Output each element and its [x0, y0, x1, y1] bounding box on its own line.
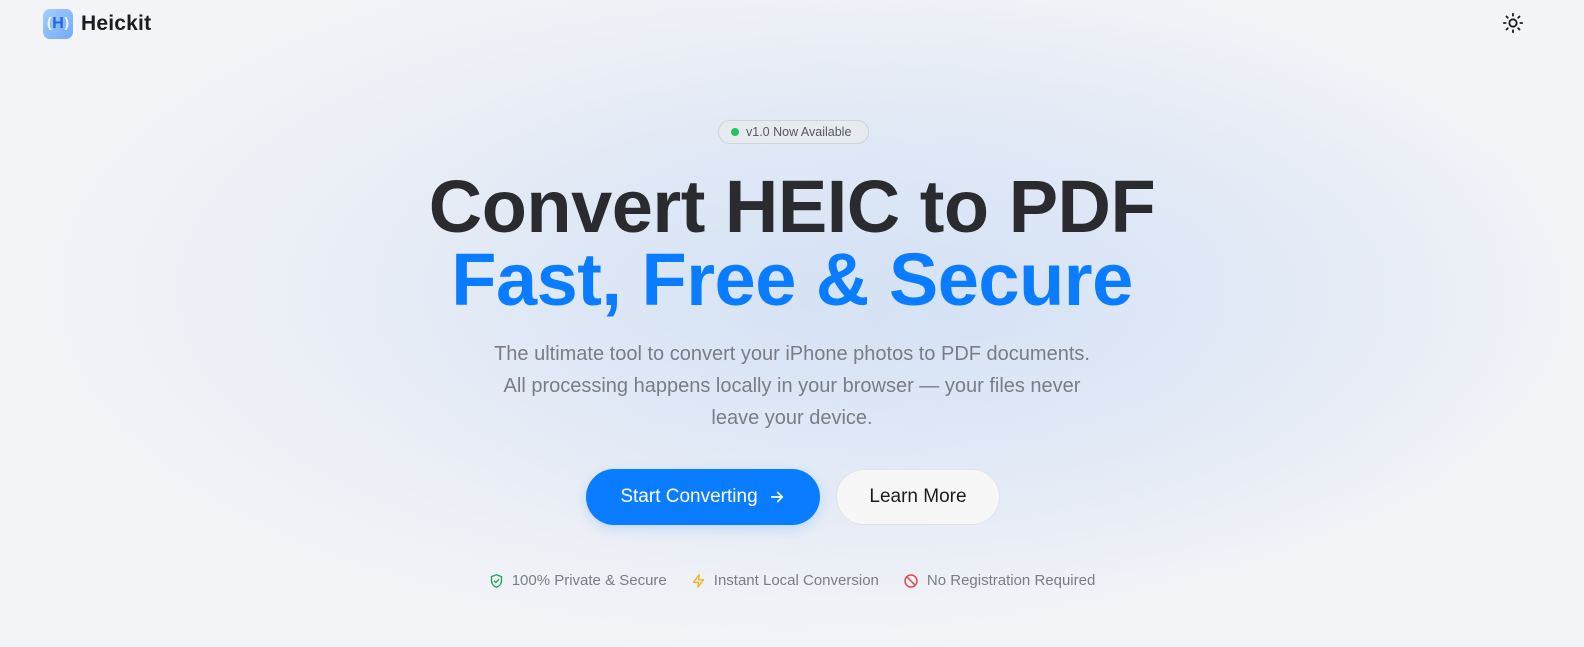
feature-label: 100% Private & Secure: [511, 572, 667, 589]
feature-item: 100% Private & Secure: [489, 572, 667, 589]
hero-headline: Convert HEIC to PDF: [428, 165, 1156, 248]
prohibited-icon: [904, 573, 918, 588]
brand-name: Heickit: [81, 12, 152, 35]
lightning-icon: [692, 573, 704, 588]
sun-icon: [1502, 12, 1524, 34]
logo-letter: H: [52, 15, 64, 32]
theme-toggle-button[interactable]: [1502, 12, 1524, 34]
logo-icon: ( H ): [43, 9, 73, 39]
learn-more-label: Learn More: [869, 486, 967, 507]
start-converting-label: Start Converting: [620, 486, 758, 507]
subtitle-line: leave your device.: [711, 407, 873, 429]
feature-item: No Registration Required: [903, 572, 1095, 589]
subtitle-line: The ultimate tool to convert your iPhone…: [494, 343, 1090, 365]
version-badge-text: v1.0 Now Available: [746, 125, 852, 139]
hero-subtitle: The ultimate tool to convert your iPhone…: [452, 338, 1132, 434]
subtitle-line: All processing happens locally in your b…: [503, 375, 1081, 397]
feature-item: Instant Local Conversion: [691, 572, 879, 589]
top-navigation: ( H ) Heickit: [0, 0, 1584, 48]
feature-label: No Registration Required: [926, 572, 1096, 589]
feature-label: Instant Local Conversion: [713, 572, 879, 589]
brand-home-link[interactable]: ( H ) Heickit: [43, 9, 151, 39]
hero-tagline: Fast, Free & Secure: [451, 238, 1133, 321]
shield-check-icon: [490, 573, 502, 588]
version-badge: v1.0 Now Available: [718, 120, 869, 144]
learn-more-button[interactable]: Learn More: [836, 469, 1000, 525]
feature-list: 100% Private & Secure Instant Local Conv…: [0, 572, 1584, 589]
arrow-right-icon: [770, 491, 783, 503]
status-dot-icon: [731, 128, 739, 136]
start-converting-button[interactable]: Start Converting: [586, 469, 820, 525]
